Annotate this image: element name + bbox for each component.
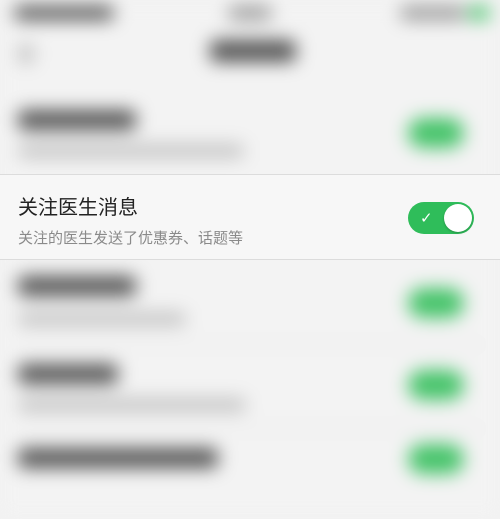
setting-row-3-toggle[interactable] (408, 288, 464, 318)
setting-row-3-subtitle (18, 312, 186, 326)
back-icon[interactable] (18, 44, 34, 64)
battery-icon (468, 6, 490, 20)
status-bar-right (400, 6, 466, 20)
setting-row-1-title (18, 110, 136, 130)
status-bar-time (228, 6, 272, 20)
status-bar (0, 0, 500, 30)
setting-row-4-title (18, 364, 118, 384)
setting-row-4-toggle[interactable] (408, 370, 464, 400)
setting-row-follow-doctor: 关注医生消息 关注的医生发送了优惠券、话题等 ✓ (0, 174, 500, 260)
toggle-knob (444, 204, 472, 232)
divider (16, 428, 484, 429)
status-bar-left (14, 6, 114, 20)
setting-row-1-subtitle (18, 144, 244, 158)
setting-row-1-toggle[interactable] (408, 118, 464, 148)
setting-row-3-title (18, 276, 136, 296)
setting-row-5-toggle[interactable] (408, 444, 464, 474)
setting-title: 关注医生消息 (18, 195, 138, 219)
page-title (210, 40, 296, 62)
setting-row-5-title (18, 448, 218, 468)
setting-row-4-subtitle (18, 398, 246, 412)
checkmark-icon: ✓ (420, 209, 433, 227)
setting-description: 关注的医生发送了优惠券、话题等 (18, 229, 244, 247)
divider (16, 344, 484, 345)
follow-doctor-toggle[interactable]: ✓ (408, 202, 474, 234)
